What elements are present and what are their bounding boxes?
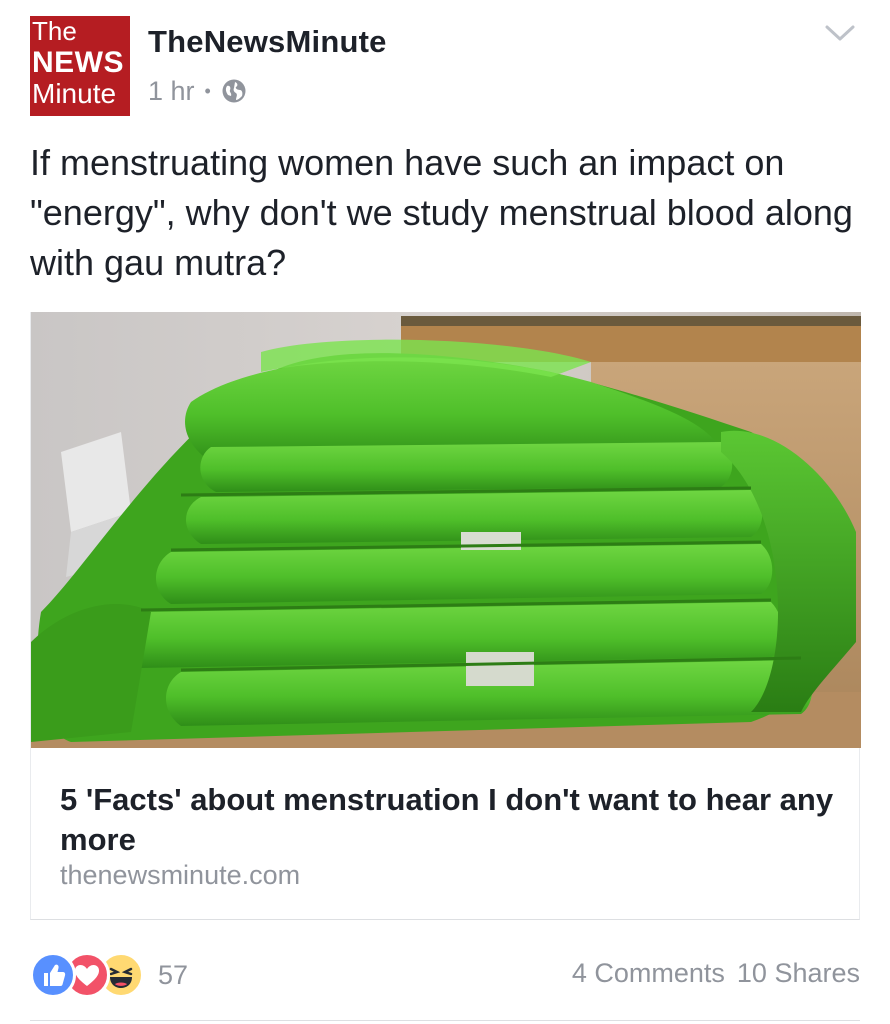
logo-line-2: NEWS	[32, 46, 124, 79]
like-reaction-icon	[30, 952, 76, 998]
post-header: The NEWS Minute TheNewsMinute 1 hr •	[30, 16, 860, 116]
sanitary-pads-photo	[31, 312, 861, 748]
link-preview-card[interactable]: 5 'Facts' about menstruation I don't wan…	[30, 312, 861, 920]
page-name-link[interactable]: TheNewsMinute	[148, 24, 387, 60]
post-footer: 57 4 Comments 10 Shares	[30, 952, 860, 1000]
shares-count-link[interactable]: 10 Shares	[737, 958, 860, 989]
link-title[interactable]: 5 'Facts' about menstruation I don't wan…	[60, 780, 840, 860]
link-domain: thenewsminute.com	[60, 860, 301, 890]
bottom-divider	[30, 1020, 860, 1021]
post-meta: 1 hr •	[148, 74, 247, 108]
chevron-down-icon[interactable]	[824, 22, 856, 44]
link-preview-image[interactable]	[31, 312, 861, 748]
reactions-summary[interactable]: 57	[30, 952, 188, 998]
logo-line-1: The	[32, 16, 77, 46]
meta-separator: •	[204, 80, 211, 101]
post-message: If menstruating women have such an impac…	[30, 142, 853, 283]
post-timestamp[interactable]: 1 hr	[148, 76, 195, 107]
globe-icon	[222, 79, 246, 103]
comments-count-link[interactable]: 4 Comments	[572, 958, 725, 989]
page-avatar-logo[interactable]: The NEWS Minute	[30, 16, 130, 116]
logo-line-3: Minute	[32, 78, 117, 109]
reaction-count: 57	[158, 959, 189, 990]
engagement-counts: 4 Comments 10 Shares	[572, 958, 860, 989]
